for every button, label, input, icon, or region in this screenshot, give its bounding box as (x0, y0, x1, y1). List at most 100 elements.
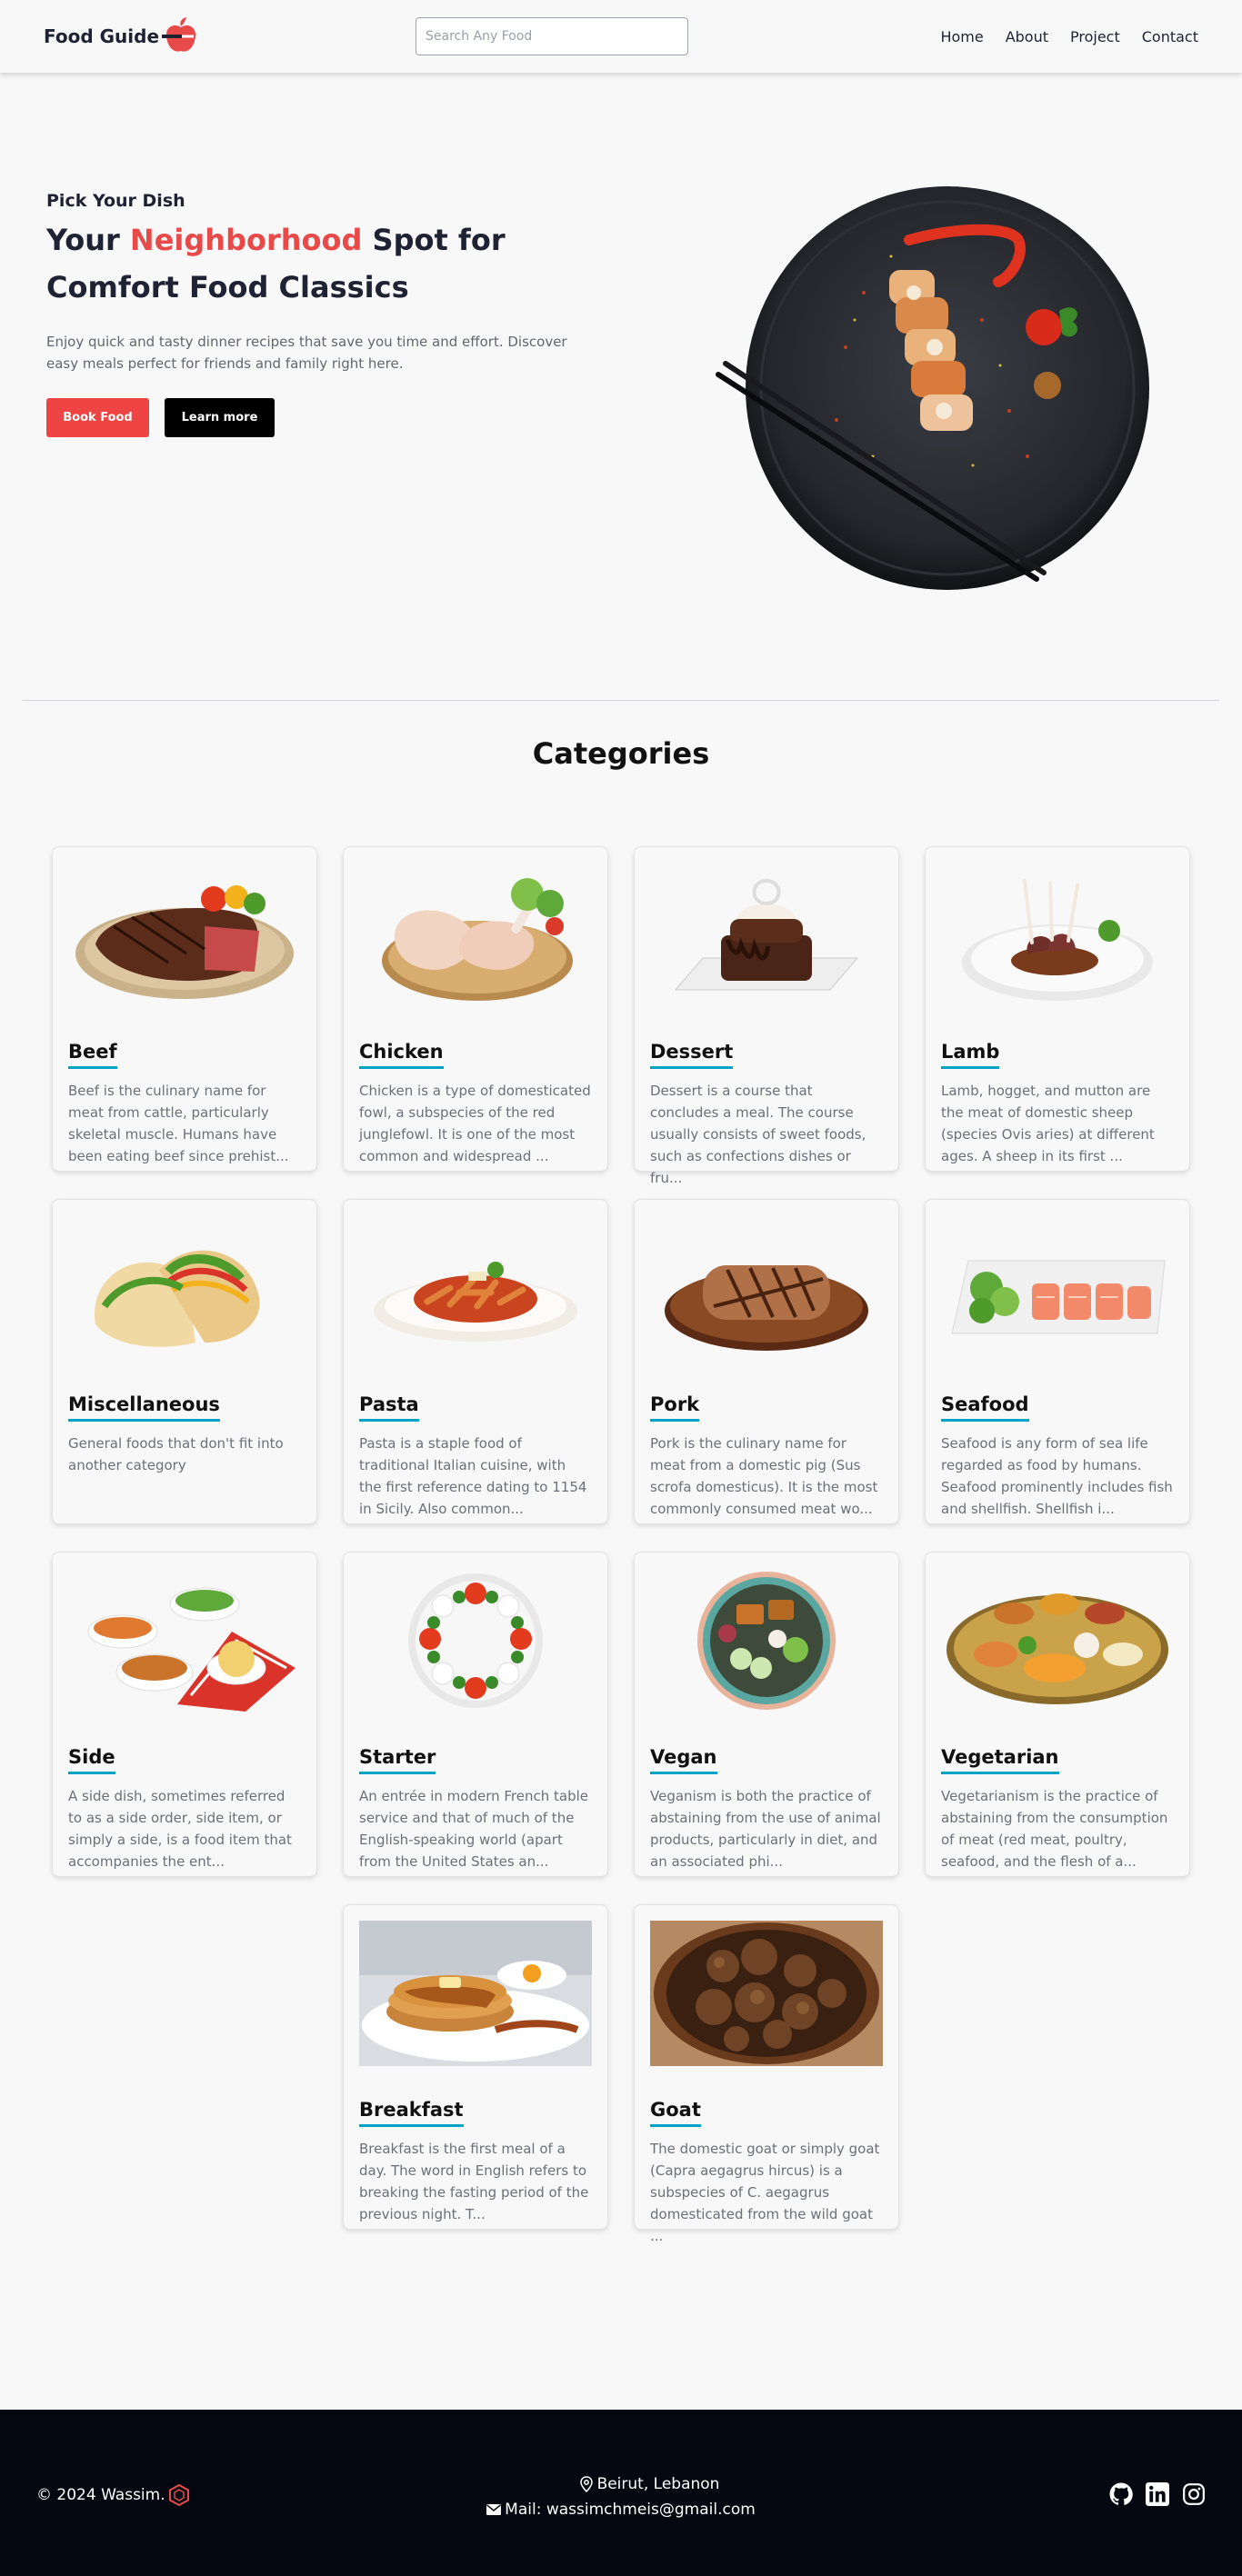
tacos-icon (95, 1250, 260, 1347)
vegan-bowl-icon (697, 1572, 836, 1710)
category-name: Side (68, 1746, 115, 1774)
category-card-breakfast[interactable]: Breakfast Breakfast is the first meal of… (343, 1904, 608, 2230)
pancakes-eggs-icon (359, 1921, 592, 2066)
category-card-goat[interactable]: Goat The domestic goat or simply goat (C… (634, 1904, 899, 2244)
category-description: Pork is the culinary name for meat from … (650, 1435, 878, 1517)
github-icon[interactable] (1109, 2482, 1133, 2506)
category-description: General foods that don't fit into anothe… (68, 1435, 284, 1473)
categories-section: Categories Beef Beef is the culinary nam… (0, 736, 1242, 2316)
category-image (650, 1215, 883, 1361)
search-container (416, 17, 688, 55)
category-description: Beef is the culinary name for meat from … (68, 1083, 289, 1164)
category-description: The domestic goat or simply goat (Capra … (650, 2141, 880, 2244)
categories-heading: Categories (532, 736, 710, 771)
book-food-button[interactable]: Book Food (46, 398, 149, 437)
apple-icon (162, 17, 196, 52)
nav-links: Home About Project Contact (940, 28, 1198, 45)
category-name: Dessert (650, 1041, 734, 1069)
category-card-starter[interactable]: Starter An entrée in modern French table… (343, 1552, 608, 1877)
category-name: Seafood (941, 1393, 1029, 1422)
category-image (359, 1215, 592, 1361)
category-card-chicken[interactable]: Chicken Chicken is a type of domesticate… (343, 846, 608, 1172)
nav-contact[interactable]: Contact (1142, 28, 1198, 45)
footer: © 2024 Wassim. Beirut, Lebanon Mail: was… (0, 2410, 1242, 2576)
pasta-bowl-icon (374, 1262, 577, 1342)
chicken-legs-icon (382, 878, 573, 1001)
mail-icon (486, 2504, 502, 2515)
category-image (650, 1921, 883, 2066)
category-image (68, 1215, 301, 1361)
category-image (68, 863, 301, 1008)
lamb-chops-icon (962, 879, 1153, 1001)
instagram-icon[interactable] (1182, 2482, 1206, 2506)
category-image (650, 1568, 883, 1713)
pork-chop-icon (665, 1265, 868, 1351)
category-name: Starter (359, 1746, 436, 1774)
side-bowls-icon (87, 1587, 295, 1712)
hero-divider (23, 700, 1219, 701)
nav-about[interactable]: About (1006, 28, 1048, 45)
category-description: Chicken is a type of domesticated fowl, … (359, 1083, 591, 1164)
category-image (68, 1568, 301, 1713)
salmon-plate-icon (951, 1260, 1166, 1334)
location-text: Beirut, Lebanon (596, 2475, 720, 2493)
hero-text: Pick Your Dish Your Neighborhood Spot fo… (46, 191, 610, 437)
footer-contact: Beirut, Lebanon Mail: wassimchmeis@gmail… (0, 2471, 1242, 2522)
nav-project[interactable]: Project (1070, 28, 1120, 45)
category-card-beef[interactable]: Beef Beef is the culinary name for meat … (52, 846, 317, 1172)
category-name: Breakfast (359, 2099, 464, 2127)
brand-logo[interactable]: Food Guide (44, 16, 201, 56)
caprese-plate-icon (408, 1573, 543, 1708)
category-card-side[interactable]: Side A side dish, sometimes referred to … (52, 1552, 317, 1877)
category-name: Vegan (650, 1746, 717, 1774)
category-name: Pork (650, 1393, 700, 1422)
location-row: Beirut, Lebanon (56, 2471, 1242, 2497)
category-image (941, 1215, 1174, 1361)
category-name: Vegetarian (941, 1746, 1059, 1774)
category-description: Seafood is any form of sea life regarded… (941, 1435, 1173, 1517)
category-card-vegetarian[interactable]: Vegetarian Vegetarianism is the practice… (925, 1552, 1190, 1877)
category-description: Pasta is a staple food of traditional It… (359, 1435, 587, 1517)
category-description: Lamb, hogget, and mutton are the meat of… (941, 1083, 1155, 1164)
category-description: A side dish, sometimes referred to as a … (68, 1788, 292, 1870)
category-description: Breakfast is the first meal of a day. Th… (359, 2141, 589, 2222)
brand-name: Food Guide (44, 25, 160, 47)
nav-home[interactable]: Home (940, 28, 983, 45)
hero-section: Pick Your Dish Your Neighborhood Spot fo… (0, 73, 1242, 701)
learn-more-button[interactable]: Learn more (165, 398, 275, 437)
category-name: Chicken (359, 1041, 444, 1069)
chocolate-cake-icon (674, 878, 859, 991)
hero-title-accent: Neighborhood (129, 223, 363, 257)
category-name: Miscellaneous (68, 1393, 220, 1422)
email-row[interactable]: Mail: wassimchmeis@gmail.com (0, 2497, 1242, 2522)
category-image (941, 1568, 1174, 1713)
hero-title: Your Neighborhood Spot for Comfort Food … (46, 216, 610, 311)
category-description: An entrée in modern French table service… (359, 1788, 588, 1870)
category-card-pork[interactable]: Pork Pork is the culinary name for meat … (634, 1199, 899, 1524)
search-input[interactable] (416, 17, 688, 55)
category-card-seafood[interactable]: Seafood Seafood is any form of sea life … (925, 1199, 1190, 1524)
hero-title-start: Your (46, 223, 130, 257)
category-image (359, 863, 592, 1008)
hero-buttons: Book Food Learn more (46, 398, 610, 437)
categories-grid: Beef Beef is the culinary name for meat … (0, 771, 1242, 2316)
hero-dish-image (716, 186, 1149, 590)
beef-steak-icon (75, 885, 294, 999)
category-card-pasta[interactable]: Pasta Pasta is a staple food of traditio… (343, 1199, 608, 1524)
goat-stew-icon (650, 1921, 883, 2066)
category-description: Vegetarianism is the practice of abstain… (941, 1788, 1168, 1870)
linkedin-icon[interactable] (1146, 2482, 1169, 2506)
location-pin-icon (579, 2476, 593, 2492)
navbar: Food Guide Home About Project Contact (0, 0, 1242, 73)
category-description: Dessert is a course that concludes a mea… (650, 1083, 866, 1186)
category-card-lamb[interactable]: Lamb Lamb, hogget, and mutton are the me… (925, 846, 1190, 1172)
category-card-miscellaneous[interactable]: Miscellaneous General foods that don't f… (52, 1199, 317, 1524)
hero-description: Enjoy quick and tasty dinner recipes tha… (46, 334, 567, 372)
category-card-vegan[interactable]: Vegan Veganism is both the practice of a… (634, 1552, 899, 1877)
category-description: Veganism is both the practice of abstain… (650, 1788, 881, 1870)
thali-platter-icon (947, 1593, 1168, 1704)
hero-kicker: Pick Your Dish (46, 191, 185, 211)
category-card-dessert[interactable]: Dessert Dessert is a course that conclud… (634, 846, 899, 1186)
category-name: Goat (650, 2099, 701, 2127)
category-image (359, 1568, 592, 1713)
